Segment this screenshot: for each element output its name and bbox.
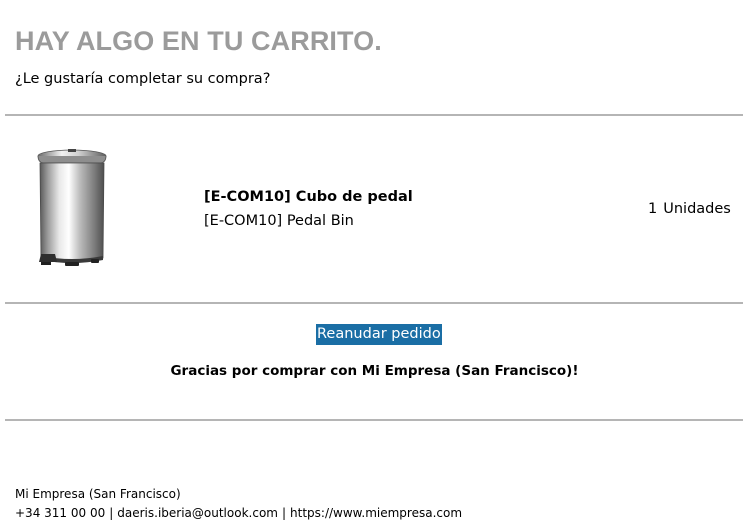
- product-quantity: 1 Unidades: [648, 201, 731, 217]
- page-subtitle: ¿Le gustaría completar su compra?: [15, 71, 271, 87]
- divider-top: [5, 114, 743, 116]
- footer-company: Mi Empresa (San Francisco): [15, 487, 181, 501]
- divider-bottom: [5, 419, 743, 421]
- thanks-message: Gracias por comprar con Mi Empresa (San …: [170, 363, 579, 379]
- footer-email-link[interactable]: daeris.iberia@outlook.com: [117, 506, 278, 520]
- footer-separator: |: [281, 506, 287, 520]
- resume-order-button[interactable]: Reanudar pedido: [316, 324, 442, 345]
- page-title: HAY ALGO EN TU CARRITO.: [15, 26, 382, 56]
- footer-website-link[interactable]: https://www.miempresa.com: [290, 506, 462, 520]
- quantity-unit: Unidades: [663, 201, 731, 217]
- product-name-secondary: [E-COM10] Pedal Bin: [204, 213, 354, 229]
- footer-contact: +34 311 00 00 | daeris.iberia@outlook.com |…: [15, 506, 462, 520]
- product-name-primary: [E-COM10] Cubo de pedal: [204, 189, 413, 205]
- quantity-value: 1: [648, 201, 658, 217]
- divider-middle: [5, 302, 743, 304]
- pedal-bin-image: [37, 149, 107, 266]
- footer-separator: |: [109, 506, 114, 520]
- footer-phone: +34 311 00 00: [15, 506, 106, 520]
